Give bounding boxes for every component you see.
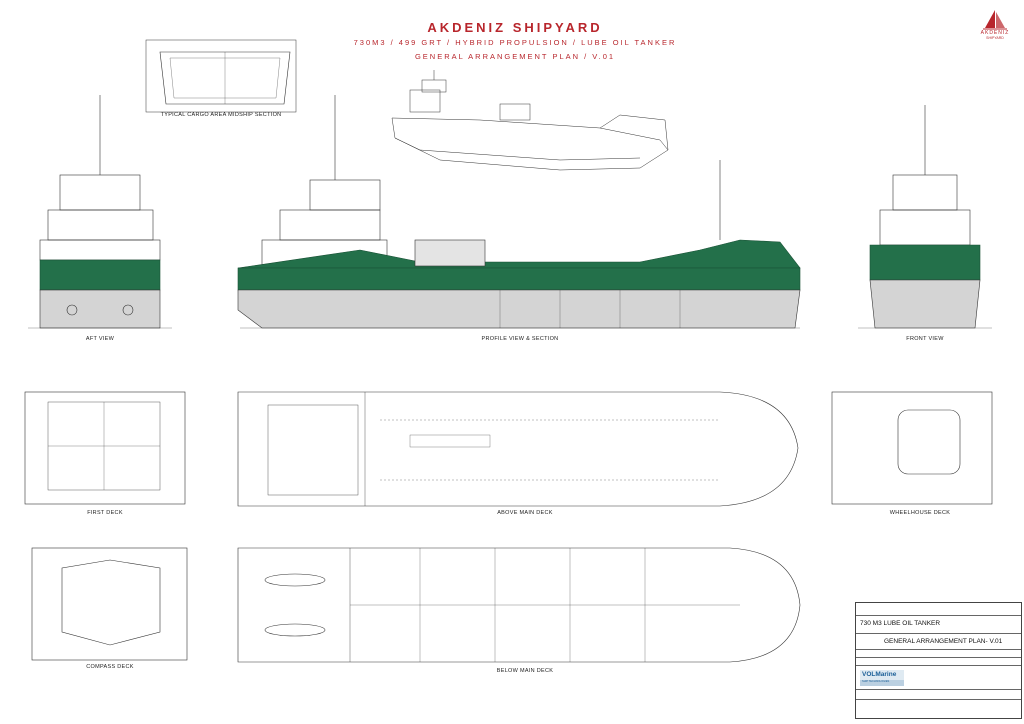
first-deck-caption: FIRST DECK (87, 510, 123, 516)
above-main-deck (237, 391, 799, 507)
isometric-view (391, 70, 669, 171)
aft-caption: AFT VIEW (85, 336, 115, 342)
title-line-1: 730 M3 LUBE OIL TANKER (860, 620, 941, 627)
front-view (858, 105, 992, 329)
profile-caption: PROFILE VIEW & SECTION (481, 336, 559, 342)
midship-section (145, 39, 297, 113)
aft-view (28, 95, 172, 329)
drawing-sheet: AKDENIZ SHIPYARD 730M3 / 499 GRT / HYBRI… (0, 0, 1024, 724)
first-deck (24, 391, 186, 505)
vol-brand: VOLMarine (862, 671, 897, 678)
midship-caption: TYPICAL CARGO AREA MIDSHIP SECTION (160, 112, 282, 118)
wheelhouse-caption: WHEELHOUSE DECK (889, 510, 951, 516)
below-main-caption: BELOW MAIN DECK (496, 668, 554, 674)
title-line-2: GENERAL ARRANGEMENT PLAN- V.01 (884, 638, 1003, 645)
above-main-caption: ABOVE MAIN DECK (497, 510, 553, 516)
front-caption: FRONT VIEW (906, 336, 944, 342)
wheelhouse-deck (831, 391, 993, 505)
profile-view (237, 95, 801, 329)
volmarine-logo: VOLMarine SHIP TECHNOLOGIES (860, 670, 904, 686)
below-main-deck (237, 547, 801, 663)
compass-caption: COMPASS DECK (86, 664, 134, 670)
title-block: 730 M3 LUBE OIL TANKER GENERAL ARRANGEME… (855, 602, 1022, 719)
vol-sub: SHIP TECHNOLOGIES (862, 680, 890, 683)
compass-deck (31, 547, 188, 661)
